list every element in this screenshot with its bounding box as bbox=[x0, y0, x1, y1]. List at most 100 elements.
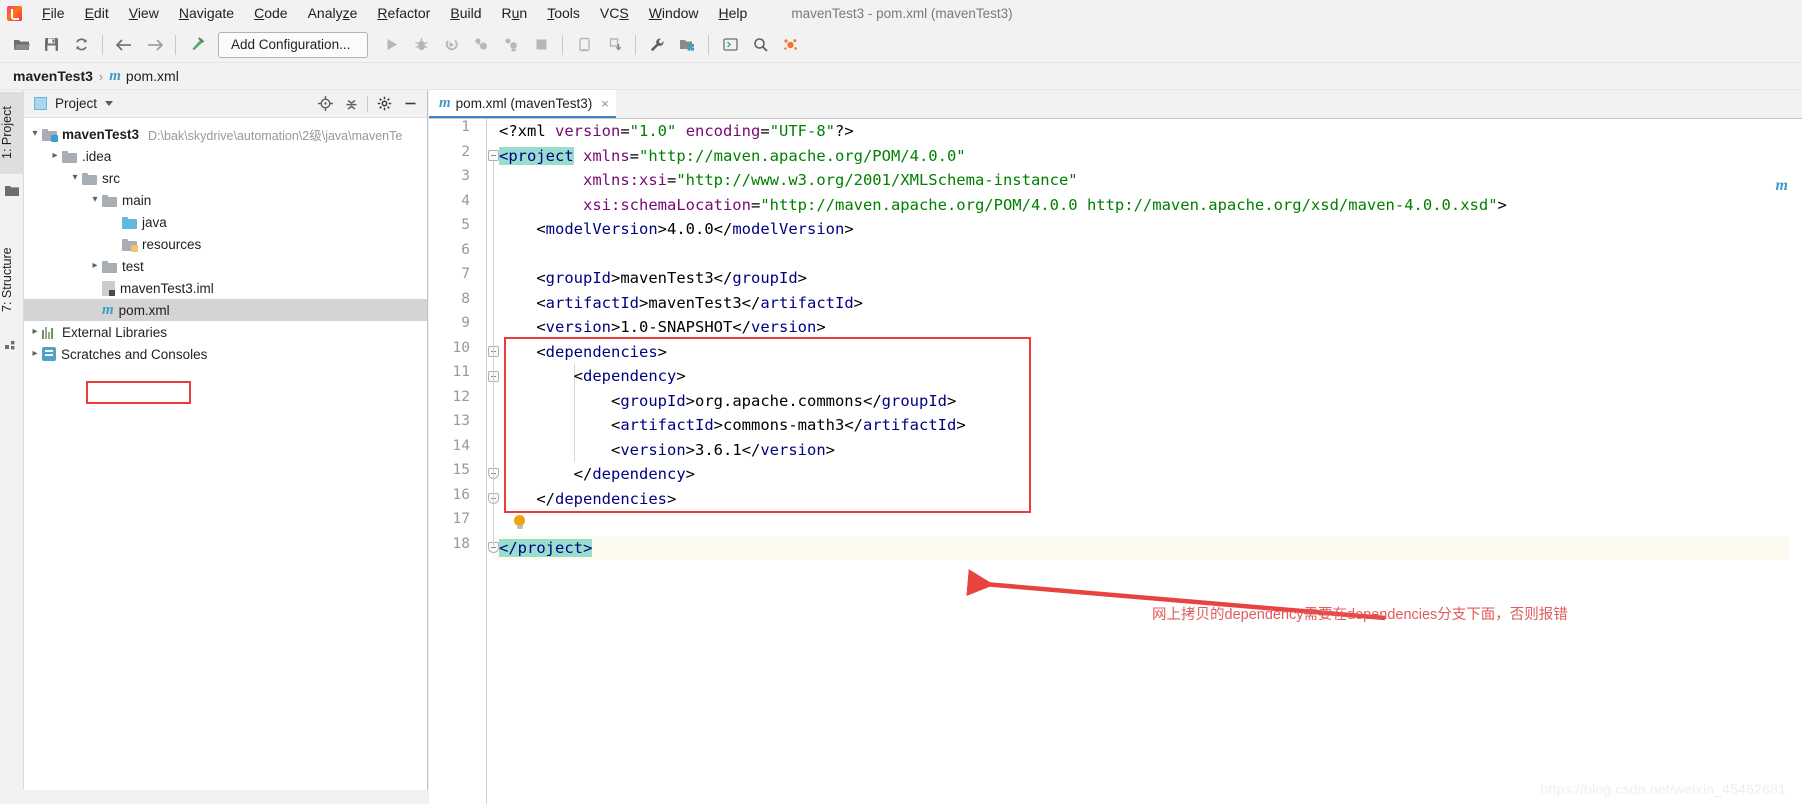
tree-label: .idea bbox=[82, 148, 112, 164]
menu-window[interactable]: Window bbox=[639, 2, 709, 25]
menu-code[interactable]: Code bbox=[244, 2, 297, 25]
menu-build[interactable]: Build bbox=[440, 2, 491, 25]
menu-tools[interactable]: Tools bbox=[537, 2, 590, 25]
chevron-expanded-icon[interactable]: ▾ bbox=[68, 167, 82, 189]
project-tree: ▾ mavenTest3 D:\bak\skydrive\automation\… bbox=[24, 118, 427, 365]
stop-icon[interactable] bbox=[526, 31, 556, 59]
main-toolbar: Add Configuration... bbox=[0, 27, 1802, 63]
back-arrow-icon[interactable] bbox=[109, 31, 139, 59]
tree-label: src bbox=[102, 170, 120, 186]
tree-indent-spacer: ▸ bbox=[108, 211, 122, 233]
terminal-icon[interactable] bbox=[715, 31, 745, 59]
chevron-collapsed-icon[interactable]: ▸ bbox=[28, 321, 42, 343]
tree-row-pomxml[interactable]: ▸ m pom.xml bbox=[24, 299, 427, 321]
tree-row-external-libraries[interactable]: ▸ External Libraries bbox=[24, 321, 427, 343]
code-line-18: </project> bbox=[499, 538, 593, 557]
sync-refresh-icon[interactable] bbox=[66, 31, 96, 59]
project-structure-icon[interactable] bbox=[672, 31, 702, 59]
save-all-icon[interactable] bbox=[36, 31, 66, 59]
menu-view[interactable]: View bbox=[119, 2, 169, 25]
chevron-expanded-icon[interactable]: ▾ bbox=[88, 189, 102, 211]
code-line-8: <artifactId>mavenTest3</artifactId> bbox=[499, 293, 864, 312]
left-tool-stripe: 1: Project 7: Structure bbox=[0, 90, 24, 804]
maven-m-icon: m bbox=[102, 301, 114, 318]
tree-row-src[interactable]: ▾ src bbox=[24, 167, 427, 189]
tree-label: pom.xml bbox=[118, 302, 170, 318]
lightbulb-icon[interactable] bbox=[513, 515, 526, 530]
maven-m-icon[interactable]: m bbox=[1776, 177, 1788, 195]
annotation-text: 网上拷贝的dependency需要在dependencies分支下面，否则报错 bbox=[1152, 607, 1568, 623]
tool-window-button-structure[interactable]: 7: Structure bbox=[0, 232, 24, 328]
tree-row-test[interactable]: ▸ test bbox=[24, 255, 427, 277]
watermark: https://blog.csdn.net/weixin_45462681 bbox=[1540, 781, 1786, 797]
toolbar-divider-2 bbox=[175, 34, 176, 55]
code-line-9: <version>1.0-SNAPSHOT</version> bbox=[499, 318, 826, 336]
forward-arrow-icon[interactable] bbox=[139, 31, 169, 59]
breadcrumb-file[interactable]: pom.xml bbox=[126, 68, 179, 84]
locate-target-icon[interactable] bbox=[312, 92, 338, 116]
hide-panel-icon[interactable] bbox=[397, 92, 423, 116]
close-icon[interactable]: × bbox=[601, 96, 609, 111]
open-folder-icon[interactable] bbox=[6, 31, 36, 59]
tree-row-iml[interactable]: ▸ mavenTest3.iml bbox=[24, 277, 427, 299]
project-panel-header: Project bbox=[24, 90, 427, 118]
profile-icon[interactable] bbox=[466, 31, 496, 59]
tree-row-main[interactable]: ▾ main bbox=[24, 189, 427, 211]
chevron-expanded-icon[interactable]: ▾ bbox=[28, 123, 42, 145]
menu-file[interactable]: File bbox=[32, 2, 75, 25]
menu-edit[interactable]: Edit bbox=[75, 2, 119, 25]
chevron-collapsed-icon[interactable]: ▸ bbox=[88, 255, 102, 277]
add-configuration-button[interactable]: Add Configuration... bbox=[218, 31, 368, 58]
project-panel-title: Project bbox=[55, 96, 98, 111]
menu-run[interactable]: Run bbox=[492, 2, 538, 25]
menu-help[interactable]: Help bbox=[709, 2, 758, 25]
chevron-down-icon[interactable] bbox=[105, 101, 114, 106]
chevron-collapsed-icon[interactable]: ▸ bbox=[28, 343, 42, 365]
code-line-11: <dependency> bbox=[499, 367, 686, 385]
menu-navigate[interactable]: Navigate bbox=[169, 2, 244, 25]
build-hammer-icon[interactable] bbox=[182, 31, 212, 59]
tree-label: Scratches and Consoles bbox=[61, 346, 208, 362]
collapse-all-icon[interactable] bbox=[338, 92, 364, 116]
toolbar-divider bbox=[102, 34, 103, 55]
device-manager-icon[interactable] bbox=[569, 31, 599, 59]
tree-indent-spacer: ▸ bbox=[88, 277, 102, 299]
editor-tab-pomxml[interactable]: m pom.xml (mavenTest3) × bbox=[429, 90, 616, 118]
settings-gear-icon[interactable] bbox=[371, 92, 397, 116]
tree-label: java bbox=[142, 214, 167, 230]
menu-bar: File Edit View Navigate Code Analyze Ref… bbox=[0, 0, 1802, 27]
tree-label: main bbox=[122, 192, 152, 208]
pom-xml-highlight-box bbox=[86, 381, 191, 404]
tree-row-idea[interactable]: ▸ .idea bbox=[24, 145, 427, 167]
menu-vcs[interactable]: VCS bbox=[590, 2, 639, 25]
ide-assistant-icon[interactable] bbox=[775, 31, 805, 59]
tree-row-java[interactable]: ▸ java bbox=[24, 211, 427, 233]
run-with-coverage-icon[interactable] bbox=[436, 31, 466, 59]
editor-area: m pom.xml (mavenTest3) × 1 2 3 4 5 6 7 8… bbox=[429, 90, 1802, 804]
code-content[interactable]: <?xml version="1.0" encoding="UTF-8"?> <… bbox=[429, 119, 1802, 804]
editor-scrollbar[interactable] bbox=[1789, 119, 1802, 804]
tool-window-button-project-label: 1: Project bbox=[0, 106, 14, 160]
folder-icon bbox=[62, 150, 77, 163]
run-icon[interactable] bbox=[376, 31, 406, 59]
tree-row-scratches[interactable]: ▸ Scratches and Consoles bbox=[24, 343, 427, 365]
tree-row-maventest3[interactable]: ▾ mavenTest3 D:\bak\skydrive\automation\… bbox=[24, 123, 427, 145]
chevron-collapsed-icon[interactable]: ▸ bbox=[48, 145, 62, 167]
debug-icon[interactable] bbox=[406, 31, 436, 59]
breadcrumb-project[interactable]: mavenTest3 bbox=[13, 68, 93, 84]
tool-window-button-project[interactable]: 1: Project bbox=[0, 92, 24, 174]
profile-memory-icon[interactable] bbox=[496, 31, 526, 59]
code-line-14: <version>3.6.1</version> bbox=[499, 440, 836, 459]
tree-row-resources[interactable]: ▸ resources bbox=[24, 233, 427, 255]
code-line-16: </dependencies> bbox=[499, 489, 677, 508]
code-editor[interactable]: 1 2 3 4 5 6 7 8 9 10 11 12 13 14 15 16 1… bbox=[429, 119, 1802, 804]
tree-label: resources bbox=[142, 236, 202, 252]
menu-refactor[interactable]: Refactor bbox=[367, 2, 440, 25]
structure-stripe-icon bbox=[5, 338, 19, 352]
sync-project-icon[interactable] bbox=[599, 31, 629, 59]
search-everywhere-icon[interactable] bbox=[745, 31, 775, 59]
settings-wrench-icon[interactable] bbox=[642, 31, 672, 59]
code-line-10: <dependencies> bbox=[499, 342, 667, 361]
tree-indent-spacer: ▸ bbox=[108, 233, 122, 255]
menu-analyze[interactable]: Analyze bbox=[298, 2, 368, 25]
